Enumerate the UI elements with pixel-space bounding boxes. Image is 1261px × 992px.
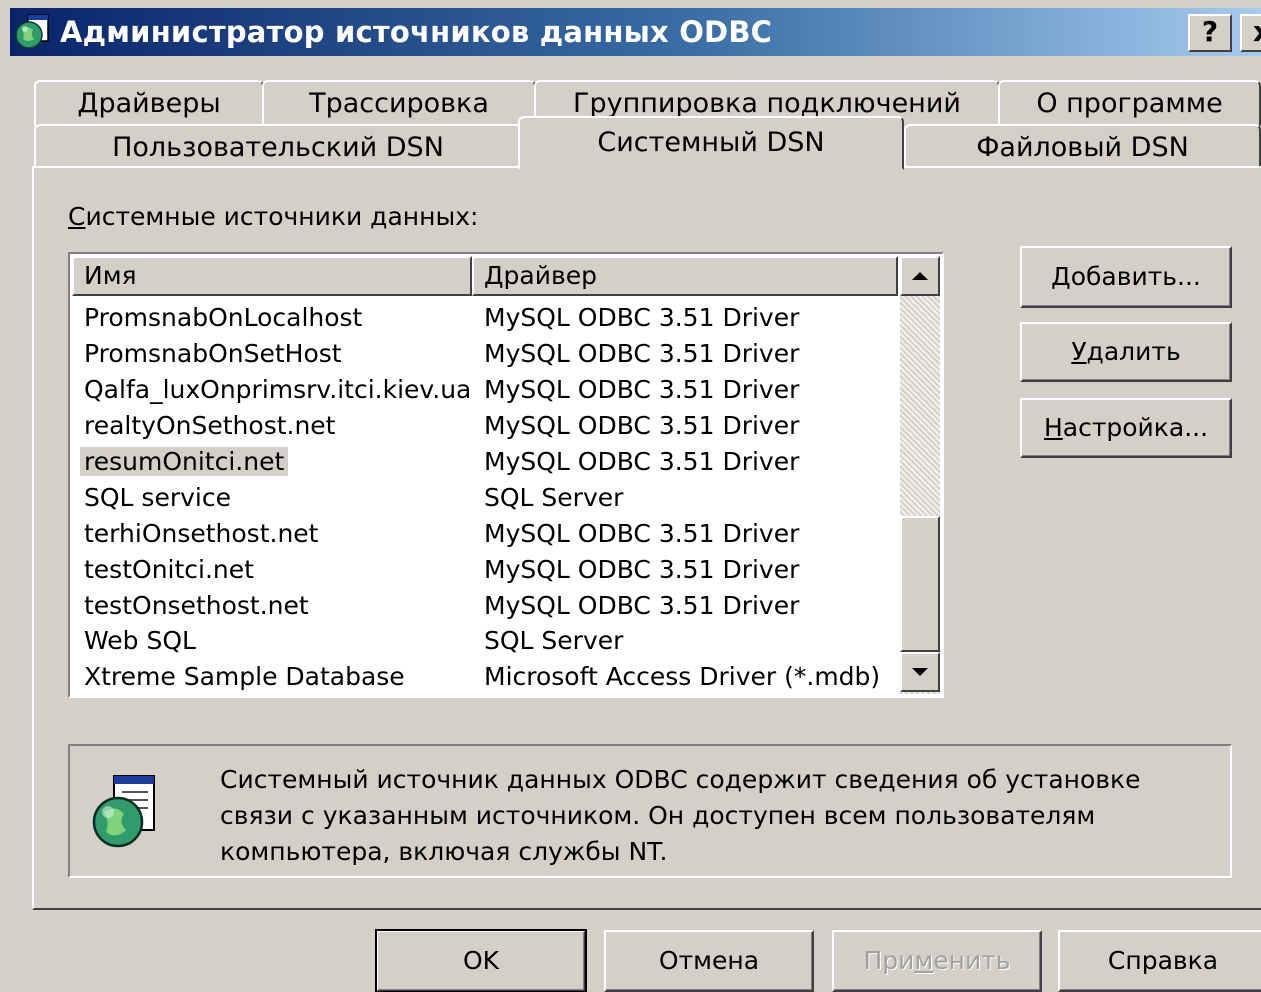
dsn-name-cell: realtyOnSethost.net — [80, 411, 484, 440]
tab-user-dsn[interactable]: Пользовательский DSN — [34, 124, 522, 168]
dsn-name: Web SQL — [84, 626, 196, 656]
dsn-name-cell: PromsnabOnSetHost — [80, 339, 484, 368]
dsn-name: testOnitci.net — [84, 554, 254, 584]
system-dsn-label: Системные источники данных: — [68, 202, 479, 231]
table-row[interactable]: SQL service SQL Server — [80, 479, 900, 515]
dsn-driver: Microsoft Access Driver (*.mdb) — [484, 662, 881, 692]
dsn-name: Xtreme Sample Database — [84, 662, 405, 692]
table-row[interactable]: terhiOnsethost.net MySQL ODBC 3.51 Driver — [80, 515, 900, 551]
scroll-down-button[interactable] — [900, 652, 940, 692]
arrow-up-icon — [912, 272, 928, 280]
table-row[interactable]: testOnsethost.net MySQL ODBC 3.51 Driver — [80, 587, 900, 623]
table-row[interactable]: resumOnitci.net MySQL ODBC 3.51 Driver — [80, 444, 900, 480]
tab-file-dsn[interactable]: Файловый DSN — [904, 124, 1261, 168]
info-group: Системный источник данных ODBC содержит … — [68, 744, 1232, 878]
dsn-name-cell: Web SQL — [80, 626, 484, 655]
column-header-driver[interactable]: Драйвер — [472, 256, 898, 296]
info-text: Системный источник данных ODBC содержит … — [220, 762, 1220, 870]
table-row[interactable]: testOnitci.net MySQL ODBC 3.51 Driver — [80, 551, 900, 587]
dsn-driver: SQL Server — [484, 626, 624, 656]
dsn-driver: MySQL ODBC 3.51 Driver — [484, 339, 800, 369]
dsn-name: PromsnabOnLocalhost — [84, 303, 363, 333]
dsn-name-cell: PromsnabOnLocalhost — [80, 303, 484, 332]
info-line: Системный источник данных ODBC содержит … — [220, 765, 1141, 794]
dsn-name: resumOnitci.net — [80, 447, 289, 476]
tab-drivers[interactable]: Драйверы — [34, 80, 264, 126]
list-header: Имя Драйвер — [72, 256, 898, 296]
tab-system-dsn[interactable]: Системный DSN — [518, 116, 904, 170]
arrow-down-icon — [912, 668, 928, 676]
table-row[interactable]: PromsnabOnLocalhost MySQL ODBC 3.51 Drive… — [80, 300, 900, 336]
table-row[interactable]: Qalfa_luxOnprimsrv.itci.kiev.ua MySQL ODB… — [80, 372, 900, 408]
dsn-name-cell: resumOnitci.net — [80, 447, 484, 476]
apply-button[interactable]: Применить — [832, 930, 1042, 992]
dsn-name: realtyOnSethost.net — [84, 411, 336, 441]
help-button[interactable]: ? — [1188, 14, 1232, 52]
dsn-name: terhiOnsethost.net — [84, 518, 319, 548]
info-line: связи с указанным источником. Он доступе… — [220, 801, 1096, 830]
dsn-name: testOnsethost.net — [84, 590, 309, 620]
dsn-driver: MySQL ODBC 3.51 Driver — [484, 411, 800, 441]
dsn-name-cell: testOnsethost.net — [80, 591, 484, 620]
dsn-driver: MySQL ODBC 3.51 Driver — [484, 554, 800, 584]
ok-button[interactable]: OK — [375, 929, 587, 992]
tab-about[interactable]: О программе — [998, 80, 1261, 126]
dsn-name: SQL service — [84, 482, 231, 512]
configure-button[interactable]: Настройка... — [1020, 398, 1232, 458]
scroll-thumb[interactable] — [900, 516, 940, 652]
dsn-driver: MySQL ODBC 3.51 Driver — [484, 303, 800, 333]
dsn-driver: SQL Server — [484, 482, 624, 512]
help-dialog-button[interactable]: Справка — [1058, 930, 1261, 992]
dsn-name-cell: Qalfa_luxOnprimsrv.itci.kiev.ua — [80, 375, 484, 404]
dsn-driver: MySQL ODBC 3.51 Driver — [484, 518, 800, 548]
dsn-driver: MySQL ODBC 3.51 Driver — [484, 375, 800, 405]
scroll-up-button[interactable] — [900, 256, 940, 296]
cancel-button[interactable]: Отмена — [604, 930, 814, 992]
odbc-globe-icon — [15, 14, 49, 49]
dsn-name-cell: testOnitci.net — [80, 555, 484, 584]
remove-button[interactable]: Удалить — [1020, 322, 1232, 382]
dsn-name: Qalfa_luxOnprimsrv.itci.kiev.ua — [84, 375, 472, 405]
list-rows: PromsnabOnLocalhost MySQL ODBC 3.51 Drive… — [80, 300, 900, 695]
window-title: Администратор источников данных ODBC — [60, 15, 773, 49]
dsn-name-cell: Xtreme Sample Database — [80, 662, 484, 691]
dsn-name-cell: terhiOnsethost.net — [80, 519, 484, 548]
vertical-scrollbar[interactable] — [900, 256, 940, 694]
tab-tracing[interactable]: Трассировка — [262, 80, 536, 126]
dsn-name-cell: SQL service — [80, 483, 484, 512]
dsn-driver: MySQL ODBC 3.51 Driver — [484, 590, 800, 620]
column-header-name[interactable]: Имя — [72, 256, 472, 296]
info-line: компьютера, включая службы NT. — [220, 837, 668, 866]
table-row[interactable]: realtyOnSethost.net MySQL ODBC 3.51 Drive… — [80, 408, 900, 444]
dsn-list[interactable]: Имя Драйвер PromsnabOnLocalhost MySQL ODB… — [68, 252, 944, 698]
table-row[interactable]: PromsnabOnSetHost MySQL ODBC 3.51 Driver — [80, 336, 900, 372]
add-button[interactable]: Добавить... — [1020, 246, 1232, 308]
table-row[interactable]: Xtreme Sample Database Microsoft Access D… — [80, 659, 900, 695]
title-bar[interactable]: Администратор источников данных ODBC ? x — [10, 8, 1261, 56]
close-button[interactable]: x — [1240, 14, 1261, 52]
odbc-globe-icon — [92, 775, 155, 848]
dsn-driver: MySQL ODBC 3.51 Driver — [484, 447, 800, 476]
dsn-name: PromsnabOnSetHost — [84, 339, 342, 369]
table-row[interactable]: Web SQL SQL Server — [80, 623, 900, 659]
